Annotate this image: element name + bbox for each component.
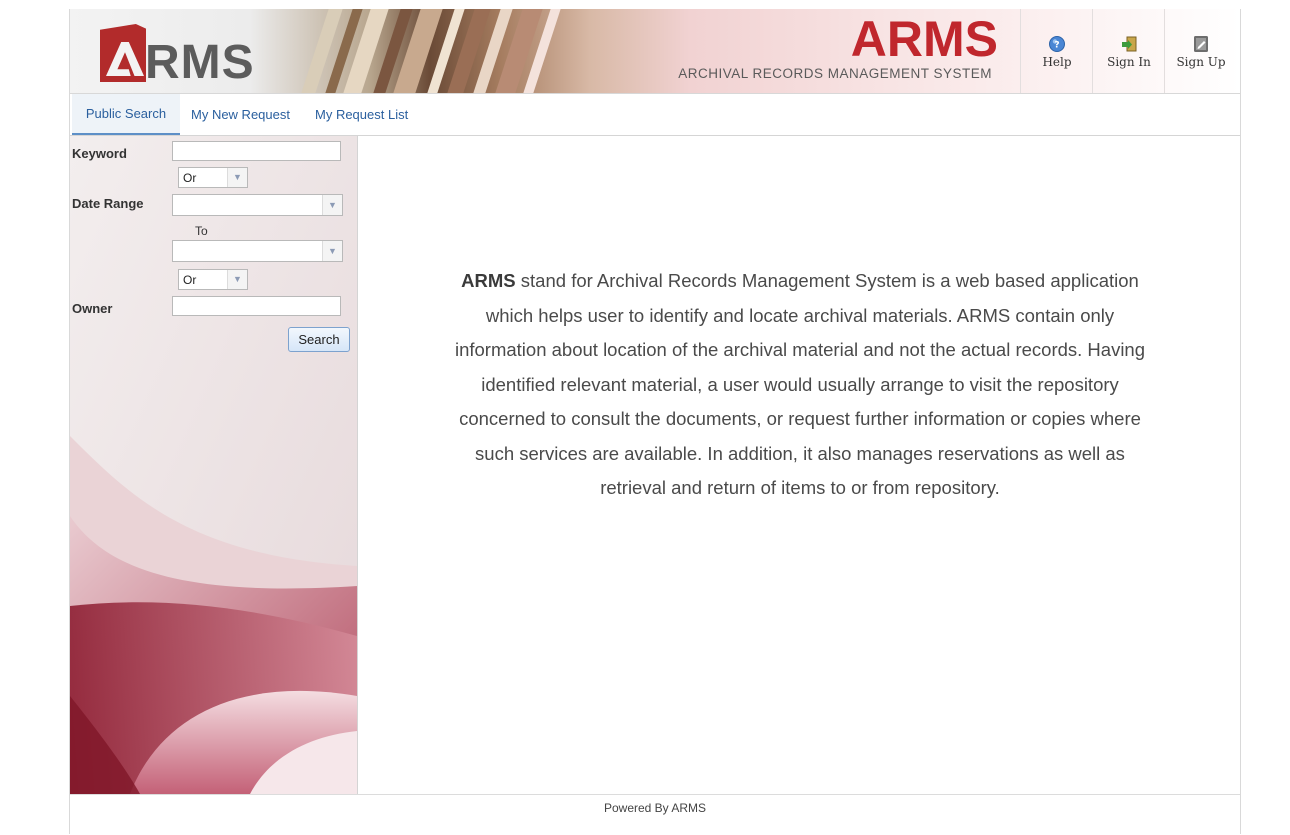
operator-select-2[interactable]: Or ▼ bbox=[178, 269, 248, 290]
operator-select-1-value: Or bbox=[183, 171, 197, 185]
help-label: Help bbox=[1042, 55, 1072, 69]
chevron-down-icon: ▼ bbox=[322, 195, 342, 215]
keyword-label: Keyword bbox=[72, 146, 127, 161]
sidebar-background bbox=[70, 136, 357, 794]
chevron-down-icon: ▼ bbox=[322, 241, 342, 261]
date-range-label: Date Range bbox=[72, 196, 144, 211]
sign-in-icon bbox=[1122, 36, 1137, 52]
to-label: To bbox=[195, 224, 208, 238]
tab-my-request-list[interactable]: My Request List bbox=[315, 94, 408, 135]
archive-photo-image bbox=[295, 9, 565, 93]
tab-my-new-request[interactable]: My New Request bbox=[191, 94, 290, 135]
footer-text: Powered By ARMS bbox=[603, 801, 707, 815]
banner-subtitle: ARCHIVAL RECORDS MANAGEMENT SYSTEM bbox=[678, 66, 992, 81]
sign-up-label: Sign Up bbox=[1176, 55, 1226, 69]
banner-title: ARMS bbox=[850, 11, 998, 67]
nav-tabs: Public Search My New Request My Request … bbox=[70, 94, 1240, 136]
chevron-down-icon: ▼ bbox=[227, 270, 247, 289]
sign-in-label: Sign In bbox=[1107, 55, 1151, 69]
intro-bold: ARMS bbox=[461, 270, 516, 291]
main-content: ARMS stand for Archival Records Manageme… bbox=[358, 136, 1240, 794]
arms-logo-icon bbox=[100, 24, 146, 82]
search-button[interactable]: Search bbox=[288, 327, 350, 352]
svg-text:?: ? bbox=[1054, 41, 1059, 51]
help-icon: ? bbox=[1049, 36, 1065, 52]
intro-paragraph: ARMS stand for Archival Records Manageme… bbox=[454, 264, 1146, 506]
tab-public-search[interactable]: Public Search bbox=[72, 94, 180, 135]
sign-up-icon bbox=[1194, 36, 1208, 52]
search-sidebar: Keyword Or ▼ Date Range ▼ To ▼ Or ▼ Owne… bbox=[70, 136, 358, 794]
help-button[interactable]: ? Help bbox=[1020, 9, 1093, 93]
date-from-select[interactable]: ▼ bbox=[172, 194, 343, 216]
operator-select-1[interactable]: Or ▼ bbox=[178, 167, 248, 188]
keyword-input[interactable] bbox=[172, 141, 341, 161]
intro-text: stand for Archival Records Management Sy… bbox=[454, 270, 1146, 498]
owner-label: Owner bbox=[72, 301, 113, 316]
sign-up-button[interactable]: Sign Up bbox=[1164, 9, 1237, 93]
footer: Powered By ARMS bbox=[70, 794, 1240, 835]
sign-in-button[interactable]: Sign In bbox=[1092, 9, 1165, 93]
owner-input[interactable] bbox=[172, 296, 341, 316]
operator-select-2-value: Or bbox=[183, 273, 197, 287]
chevron-down-icon: ▼ bbox=[227, 168, 247, 187]
header-banner: RMS ARMS ARCHIVAL RECORDS MANAGEMENT SYS… bbox=[70, 9, 1240, 94]
page-container: RMS ARMS ARCHIVAL RECORDS MANAGEMENT SYS… bbox=[69, 9, 1241, 834]
date-to-select[interactable]: ▼ bbox=[172, 240, 343, 262]
logo-text: RMS bbox=[145, 36, 255, 89]
